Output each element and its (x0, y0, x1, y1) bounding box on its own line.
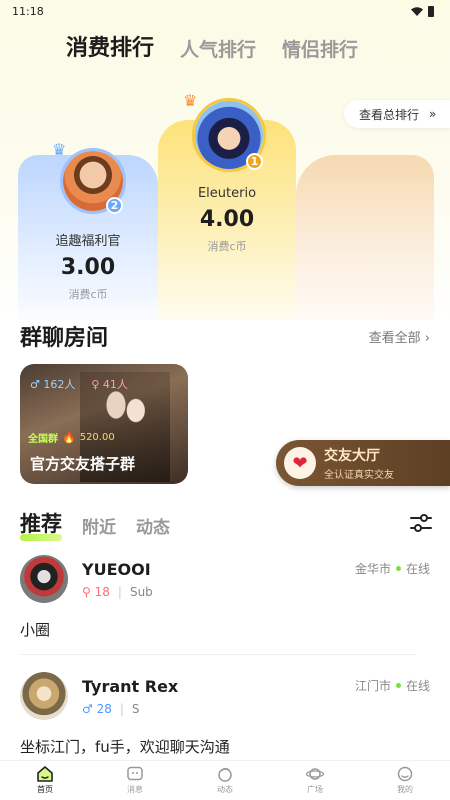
male-count: ♂ 162人 (30, 378, 76, 391)
female-count: ♀ 41人 (91, 378, 128, 391)
nav-home[interactable]: 首页 (15, 766, 75, 795)
feed-icon (218, 767, 232, 782)
battery-icon (428, 5, 434, 17)
crown-icon: ♛ (183, 91, 198, 110)
online-dot-icon (395, 683, 401, 688)
status-time: 11:18 (12, 4, 44, 18)
view-all-groups-link[interactable]: 查看全部 › (369, 327, 430, 346)
heart-icon: ❤ (284, 447, 316, 479)
friend-hall-button[interactable]: ❤ 交友大厅 全认证真实交友 (276, 440, 450, 486)
double-chevron-right-icon: » (429, 107, 437, 121)
female-count-value: 41人 (102, 378, 128, 391)
nav-label: 动态 (217, 785, 233, 794)
nav-label: 首页 (37, 785, 53, 794)
user-avatar[interactable] (20, 555, 68, 603)
fire-icon: 🔥 (62, 431, 76, 444)
user-status: 在线 (405, 562, 430, 576)
meta-divider: | (117, 585, 122, 599)
message-icon (127, 766, 143, 781)
tab-nearby[interactable]: 附近 (82, 513, 116, 538)
ranking-tabs: 消费排行 人气排行 情侣排行 (63, 30, 358, 66)
male-count-value: 162人 (43, 378, 76, 391)
gender-age-badge: ⚲ 18 (82, 585, 110, 599)
status-icons (411, 5, 434, 17)
filter-icon[interactable] (410, 514, 432, 532)
gender-icon: ⚲ (82, 585, 91, 599)
planet-icon (306, 768, 324, 780)
user-avatar[interactable] (20, 672, 68, 720)
friend-hall-text: 交友大厅 全认证真实交友 (324, 445, 394, 481)
podium-third (296, 155, 434, 320)
profile-icon (397, 766, 413, 782)
group-room-card[interactable]: ♂ 162人 ♀ 41人 全国群 🔥 520.00 官方交友搭子群 (20, 364, 188, 484)
group-coins: 520.00 (79, 432, 115, 443)
meta-divider: | (119, 702, 124, 716)
podium-second-unit: 消费c币 (68, 288, 108, 301)
friend-hall-subtitle: 全认证真实交友 (324, 470, 394, 481)
user-role: S (131, 702, 140, 716)
podium-first-name: Eleuterio (197, 186, 257, 201)
group-section-title: 群聊房间 (20, 326, 109, 351)
user-name: YUEOOI (82, 560, 151, 579)
gender-age-badge: ♂ 28 (82, 702, 112, 716)
wifi-icon (411, 6, 423, 16)
group-member-counts: ♂ 162人 ♀ 41人 (30, 376, 128, 392)
tab-recommended[interactable]: 推荐 (20, 508, 62, 541)
nav-profile[interactable]: 我的 (375, 766, 435, 795)
group-meta: 全国群 🔥 520.00 (28, 430, 115, 445)
chevron-right-icon: › (424, 330, 430, 346)
group-section-header: 群聊房间 查看全部 › (20, 320, 430, 352)
nav-messages[interactable]: 消息 (105, 766, 165, 795)
podium-second-name: 追趣福利官 (55, 234, 121, 249)
podium-second-info: 追趣福利官 3.00 消费c币 (18, 230, 158, 302)
friend-hall-title: 交友大厅 (324, 448, 380, 464)
list-divider (20, 654, 416, 655)
podium-first-value: 4.00 (199, 207, 255, 232)
status-bar: 11:18 (0, 0, 450, 22)
nav-square[interactable]: 广场 (285, 766, 345, 795)
gender-icon: ♂ (82, 702, 93, 716)
group-name: 官方交友搭子群 (30, 455, 136, 473)
nav-label: 广场 (307, 785, 323, 794)
group-tag: 全国群 (28, 434, 58, 445)
crown-icon: ♛ (52, 140, 67, 159)
rank-badge-second: 2 (106, 197, 123, 214)
nav-label: 消息 (127, 785, 143, 794)
user-role: Sub (129, 585, 153, 599)
rank-badge-first: 1 (246, 153, 263, 170)
feed-tabs: 推荐 附近 动态 (20, 508, 170, 541)
view-all-groups-label: 查看全部 (368, 330, 421, 346)
podium-first-unit: 消费c币 (207, 240, 247, 253)
user-status: 在线 (405, 679, 430, 693)
user-city: 金华市 (354, 562, 391, 576)
user-location-status: 江门市 在线 (355, 677, 430, 694)
user-meta: ⚲ 18 | Sub (82, 585, 153, 599)
tab-consumption-ranking[interactable]: 消费排行 (63, 30, 155, 66)
podium-second-value: 3.00 (60, 255, 116, 280)
tab-popularity-ranking[interactable]: 人气排行 (180, 35, 256, 62)
user-age: 18 (94, 585, 110, 599)
view-all-ranking-button[interactable]: 查看总排行 » (344, 100, 450, 128)
nav-label: 我的 (397, 785, 413, 794)
user-name: Tyrant Rex (82, 677, 179, 696)
online-dot-icon (395, 566, 401, 571)
home-icon (37, 766, 53, 782)
user-bio: 坐标江门，fu手，欢迎聊天沟通 (20, 738, 230, 756)
user-meta: ♂ 28 | S (82, 702, 140, 716)
user-city: 江门市 (354, 679, 391, 693)
user-age: 28 (96, 702, 112, 716)
podium-first-info: Eleuterio 4.00 消费c币 (158, 186, 296, 254)
user-bio: 小圈 (20, 621, 51, 639)
view-all-ranking-label: 查看总排行 (359, 107, 420, 122)
tab-moments[interactable]: 动态 (136, 513, 170, 538)
bottom-navigation: 首页 消息 动态 广场 我的 (0, 760, 450, 800)
user-location-status: 金华市 在线 (355, 560, 430, 577)
tab-couple-ranking[interactable]: 情侣排行 (282, 35, 358, 62)
nav-feed[interactable]: 动态 (195, 766, 255, 795)
